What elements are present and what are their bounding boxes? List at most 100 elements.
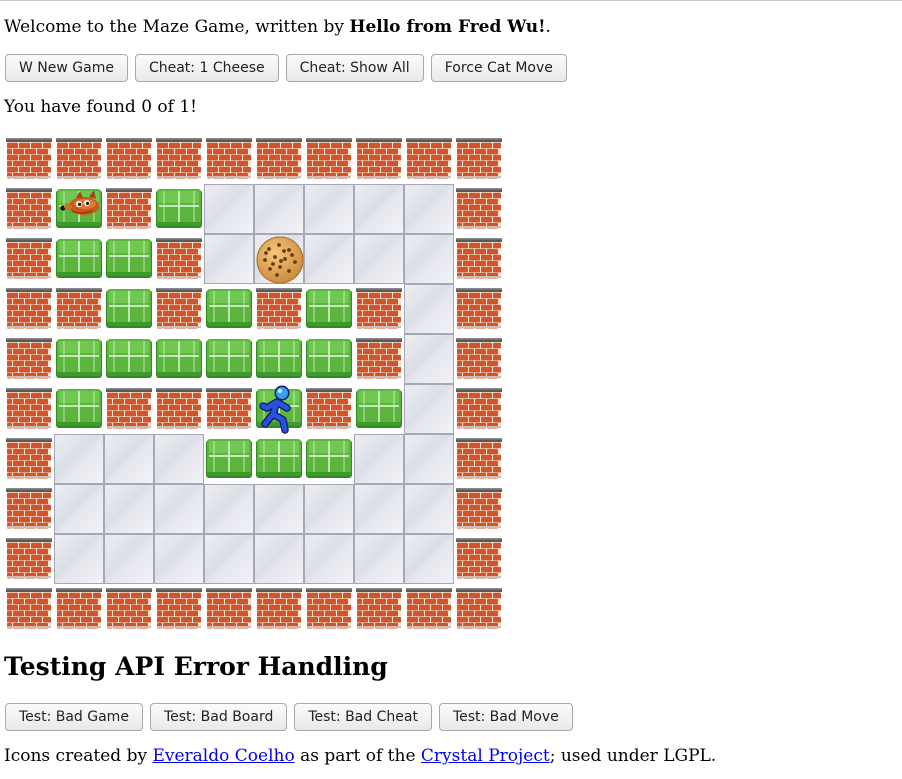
brick-wall-tile bbox=[454, 184, 504, 234]
floor-tile bbox=[254, 534, 304, 584]
green-hedge-tile bbox=[54, 334, 104, 384]
brick-wall-tile bbox=[4, 184, 54, 234]
maze-board[interactable] bbox=[4, 134, 504, 634]
credits-prefix: Icons created by bbox=[4, 746, 153, 766]
green-hedge-tile bbox=[304, 434, 354, 484]
cheat-show-all-button[interactable]: Cheat: Show All bbox=[285, 54, 424, 82]
green-hedge-tile bbox=[254, 434, 304, 484]
mouse-runner-icon bbox=[254, 384, 304, 434]
brick-wall-tile bbox=[204, 134, 254, 184]
green-hedge-tile bbox=[304, 334, 354, 384]
floor-tile bbox=[404, 534, 454, 584]
brick-wall-tile bbox=[254, 284, 304, 334]
brick-wall-tile bbox=[4, 334, 54, 384]
green-hedge-tile bbox=[104, 284, 154, 334]
brick-wall-tile bbox=[454, 484, 504, 534]
green-hedge-tile bbox=[154, 184, 204, 234]
brick-wall-tile bbox=[4, 584, 54, 634]
green-hedge-tile bbox=[254, 334, 304, 384]
section-heading: Testing API Error Handling bbox=[4, 652, 388, 681]
floor-tile bbox=[404, 234, 454, 284]
brick-wall-tile bbox=[304, 134, 354, 184]
credits-suffix: ; used under LGPL. bbox=[549, 746, 717, 766]
test-bad-game-button[interactable]: Test: Bad Game bbox=[5, 703, 143, 731]
floor-tile bbox=[204, 534, 254, 584]
brick-wall-tile bbox=[4, 234, 54, 284]
cat-icon bbox=[54, 184, 104, 234]
green-hedge-tile bbox=[154, 334, 204, 384]
floor-tile bbox=[354, 434, 404, 484]
brick-wall-tile bbox=[254, 584, 304, 634]
floor-tile bbox=[404, 434, 454, 484]
brick-wall-tile bbox=[154, 134, 204, 184]
floor-tile bbox=[354, 534, 404, 584]
brick-wall-tile bbox=[154, 584, 204, 634]
floor-tile bbox=[304, 184, 354, 234]
floor-tile bbox=[154, 434, 204, 484]
brick-wall-tile bbox=[354, 584, 404, 634]
crystal-project-link[interactable]: Crystal Project bbox=[421, 746, 550, 766]
brick-wall-tile bbox=[4, 534, 54, 584]
brick-wall-tile bbox=[104, 584, 154, 634]
floor-tile bbox=[154, 534, 204, 584]
brick-wall-tile bbox=[404, 584, 454, 634]
brick-wall-tile bbox=[154, 284, 204, 334]
brick-wall-tile bbox=[4, 134, 54, 184]
floor-tile bbox=[254, 484, 304, 534]
floor-tile bbox=[304, 534, 354, 584]
green-hedge-tile bbox=[204, 284, 254, 334]
cookie-cheese-icon bbox=[254, 234, 304, 284]
floor-tile bbox=[204, 484, 254, 534]
new-game-button[interactable]: W New Game bbox=[5, 54, 128, 82]
test-bad-board-button[interactable]: Test: Bad Board bbox=[149, 703, 288, 731]
brick-wall-tile bbox=[304, 384, 354, 434]
brick-wall-tile bbox=[304, 584, 354, 634]
brick-wall-tile bbox=[354, 134, 404, 184]
floor-tile bbox=[354, 234, 404, 284]
brick-wall-tile bbox=[454, 334, 504, 384]
floor-tile bbox=[204, 184, 254, 234]
floor-tile bbox=[104, 434, 154, 484]
test-bad-cheat-button[interactable]: Test: Bad Cheat bbox=[294, 703, 432, 731]
brick-wall-tile bbox=[4, 484, 54, 534]
green-hedge-tile bbox=[204, 434, 254, 484]
everaldo-coelho-link[interactable]: Everaldo Coelho bbox=[152, 746, 294, 766]
brick-wall-tile bbox=[4, 434, 54, 484]
cheat-one-cheese-button[interactable]: Cheat: 1 Cheese bbox=[134, 54, 279, 82]
floor-tile bbox=[54, 534, 104, 584]
floor-tile bbox=[404, 284, 454, 334]
floor-tile bbox=[404, 484, 454, 534]
floor-tile bbox=[354, 184, 404, 234]
credits-middle: as part of the bbox=[294, 746, 421, 766]
brick-wall-tile bbox=[454, 384, 504, 434]
brick-wall-tile bbox=[354, 334, 404, 384]
top-divider bbox=[0, 0, 902, 1]
brick-wall-tile bbox=[54, 584, 104, 634]
brick-wall-tile bbox=[454, 284, 504, 334]
floor-tile bbox=[304, 234, 354, 284]
green-hedge-tile bbox=[354, 384, 404, 434]
test-bad-move-button[interactable]: Test: Bad Move bbox=[438, 703, 573, 731]
brick-wall-tile bbox=[204, 384, 254, 434]
brick-wall-tile bbox=[454, 134, 504, 184]
author-name: Hello from Fred Wu! bbox=[349, 17, 546, 37]
brick-wall-tile bbox=[254, 134, 304, 184]
floor-tile bbox=[104, 534, 154, 584]
brick-wall-tile bbox=[354, 284, 404, 334]
green-hedge-tile bbox=[54, 384, 104, 434]
floor-tile bbox=[354, 484, 404, 534]
floor-tile bbox=[204, 234, 254, 284]
found-status: You have found 0 of 1! bbox=[4, 97, 197, 117]
api-test-controls: Test: Bad Game Test: Bad Board Test: Bad… bbox=[5, 703, 573, 731]
brick-wall-tile bbox=[204, 584, 254, 634]
brick-wall-tile bbox=[104, 134, 154, 184]
force-cat-move-button[interactable]: Force Cat Move bbox=[430, 54, 567, 82]
welcome-prefix: Welcome to the Maze Game, written by bbox=[4, 17, 350, 37]
game-controls: W New Game Cheat: 1 Cheese Cheat: Show A… bbox=[5, 54, 567, 82]
floor-tile bbox=[54, 484, 104, 534]
brick-wall-tile bbox=[4, 384, 54, 434]
green-hedge-tile bbox=[54, 234, 104, 284]
brick-wall-tile bbox=[404, 134, 454, 184]
floor-tile bbox=[404, 384, 454, 434]
floor-tile bbox=[104, 484, 154, 534]
